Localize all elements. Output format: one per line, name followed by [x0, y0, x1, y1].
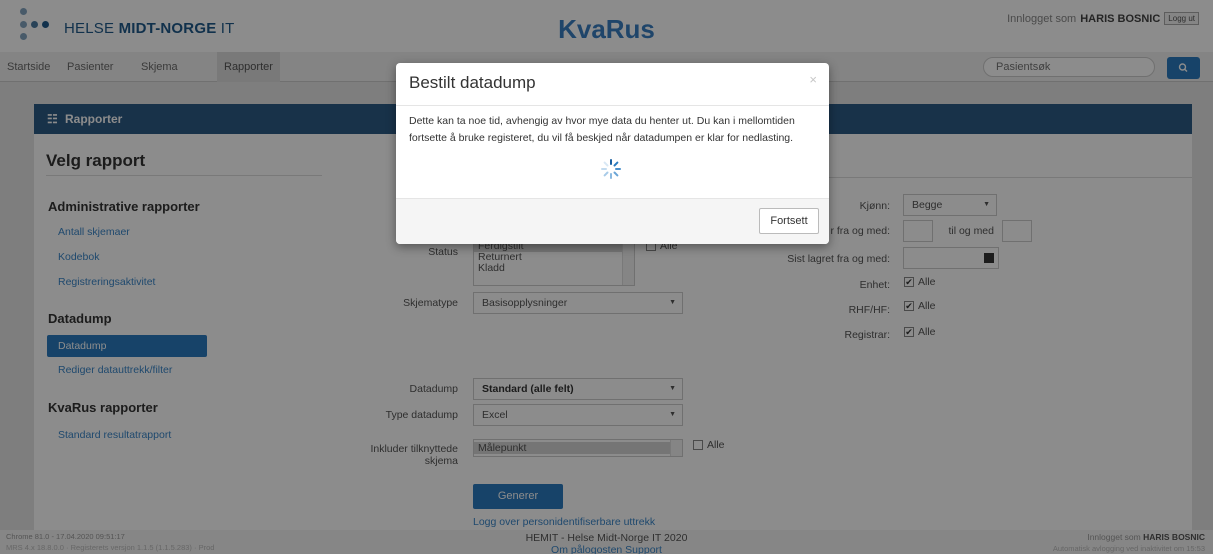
- loading-spinner-icon: [601, 159, 621, 179]
- datadump-modal: Bestilt datadump × Dette kan ta noe tid,…: [396, 63, 829, 244]
- close-icon[interactable]: ×: [809, 72, 817, 87]
- divider: [396, 105, 829, 106]
- modal-message: Dette kan ta noe tid, avhengig av hvor m…: [409, 115, 795, 144]
- fortsett-button[interactable]: Fortsett: [759, 208, 819, 234]
- modal-footer: Fortsett: [396, 198, 829, 244]
- modal-title: Bestilt datadump: [409, 73, 536, 92]
